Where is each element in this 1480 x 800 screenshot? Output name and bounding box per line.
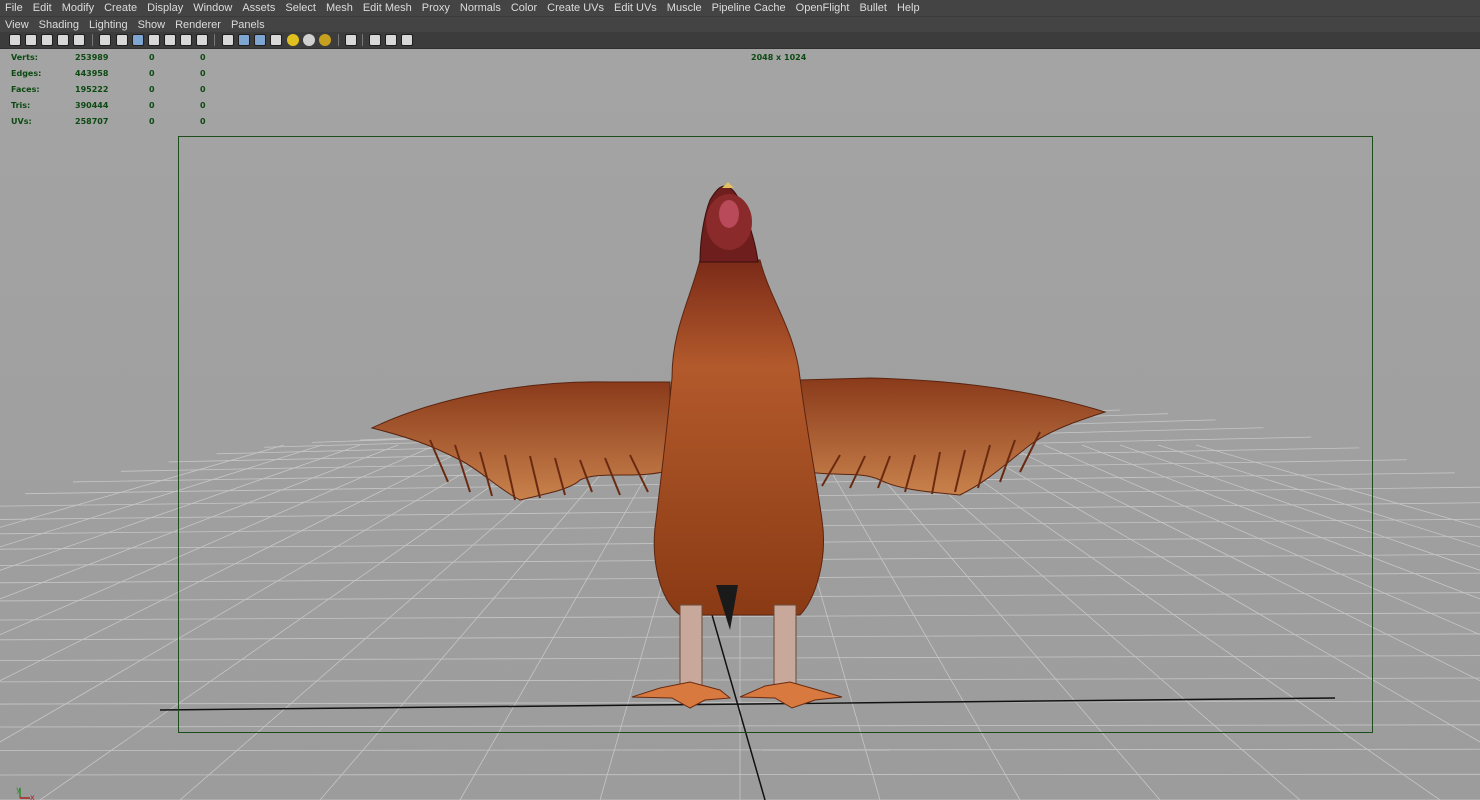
hud-selected: 0 [149, 84, 155, 94]
resolution-gate [178, 136, 1373, 733]
hud-sel_comp: 0 [200, 68, 206, 78]
field-chart-icon[interactable] [164, 34, 176, 46]
panel-menu-lighting[interactable]: Lighting [84, 19, 133, 31]
xray-joints-icon[interactable] [385, 34, 397, 46]
select-mask-icon[interactable] [9, 34, 21, 46]
hud-sel_comp: 0 [200, 100, 206, 110]
hud-row-verts: Verts: 253989 0 0 [11, 49, 220, 65]
default-light-icon[interactable] [287, 34, 299, 46]
ipr-icon[interactable] [73, 34, 85, 46]
resolution-gate-icon[interactable] [148, 34, 160, 46]
grid-icon[interactable] [116, 34, 128, 46]
menu-openflight[interactable]: OpenFlight [791, 2, 855, 14]
hud-value: 258707 [75, 116, 109, 126]
hud-row-tris: Tris: 390444 0 0 [11, 97, 220, 113]
hud-selected: 0 [149, 68, 155, 78]
text-overlay-icon[interactable] [196, 34, 208, 46]
shadows-icon[interactable] [319, 34, 331, 46]
history-icon[interactable] [41, 34, 53, 46]
menu-create-uvs[interactable]: Create UVs [542, 2, 609, 14]
menu-color[interactable]: Color [506, 2, 542, 14]
menu-edit-uvs[interactable]: Edit UVs [609, 2, 662, 14]
toolbar-separator [362, 34, 363, 46]
share-icon[interactable] [401, 34, 413, 46]
wireframe-icon[interactable] [222, 34, 234, 46]
hud-label: Tris: [11, 100, 31, 110]
menu-muscle[interactable]: Muscle [662, 2, 707, 14]
panel-menu-panels[interactable]: Panels [226, 19, 270, 31]
hud-value: 253989 [75, 52, 109, 62]
panel-toolbar [0, 32, 1480, 49]
snap-icon[interactable] [25, 34, 37, 46]
menu-assets[interactable]: Assets [237, 2, 280, 14]
toolbar-separator [214, 34, 215, 46]
safe-action-icon[interactable] [180, 34, 192, 46]
textured-icon[interactable] [254, 34, 266, 46]
panel-menu-shading[interactable]: Shading [34, 19, 84, 31]
menu-file[interactable]: File [0, 2, 28, 14]
hud-value: 390444 [75, 100, 109, 110]
hud-value: 195222 [75, 84, 109, 94]
menu-select[interactable]: Select [280, 2, 321, 14]
isolate-icon[interactable] [345, 34, 357, 46]
hud-label: Edges: [11, 68, 42, 78]
menu-display[interactable]: Display [142, 2, 188, 14]
panel-menu-view[interactable]: View [0, 19, 34, 31]
hud-row-faces: Faces: 195222 0 0 [11, 81, 220, 97]
resolution-label: 2048 x 1024 [751, 53, 807, 62]
panel-menu-renderer[interactable]: Renderer [170, 19, 226, 31]
hud-selected: 0 [149, 116, 155, 126]
hud-row-uvs: UVs: 258707 0 0 [11, 113, 220, 129]
toolbar-separator [92, 34, 93, 46]
menu-edit[interactable]: Edit [28, 2, 57, 14]
hud-label: UVs: [11, 116, 32, 126]
backface-icon[interactable] [270, 34, 282, 46]
hud-selected: 0 [149, 52, 155, 62]
film-gate-icon[interactable] [132, 34, 144, 46]
menu-create[interactable]: Create [99, 2, 142, 14]
menu-modify[interactable]: Modify [57, 2, 99, 14]
main-menubar: File Edit Modify Create Display Window Assets S… [0, 0, 1480, 16]
hud-label: Faces: [11, 84, 40, 94]
toolbar-separator [338, 34, 339, 46]
axis-x-label: x [30, 793, 35, 800]
hud-row-edges: Edges: 443958 0 0 [11, 65, 220, 81]
panel-menubar: View Shading Lighting Show Renderer Panels [0, 16, 1480, 33]
all-lights-icon[interactable] [303, 34, 315, 46]
menu-normals[interactable]: Normals [455, 2, 506, 14]
camera-icon[interactable] [99, 34, 111, 46]
hud-sel_comp: 0 [200, 84, 206, 94]
menu-edit-mesh[interactable]: Edit Mesh [358, 2, 417, 14]
menu-proxy[interactable]: Proxy [417, 2, 455, 14]
hud-label: Verts: [11, 52, 38, 62]
smooth-shade-icon[interactable] [238, 34, 250, 46]
menu-bullet[interactable]: Bullet [854, 2, 892, 14]
menu-window[interactable]: Window [188, 2, 237, 14]
xray-icon[interactable] [369, 34, 381, 46]
panel-menu-show[interactable]: Show [133, 19, 171, 31]
hud-value: 443958 [75, 68, 109, 78]
poly-count-hud: Verts: 253989 0 0 Edges: 443958 0 0 Faces: 195222… [11, 49, 220, 129]
hud-selected: 0 [149, 100, 155, 110]
menu-mesh[interactable]: Mesh [321, 2, 358, 14]
hud-sel_comp: 0 [200, 52, 206, 62]
menu-pipeline-cache[interactable]: Pipeline Cache [707, 2, 791, 14]
axis-y-label: y [16, 785, 21, 794]
hud-sel_comp: 0 [200, 116, 206, 126]
menu-help[interactable]: Help [892, 2, 925, 14]
render-icon[interactable] [57, 34, 69, 46]
